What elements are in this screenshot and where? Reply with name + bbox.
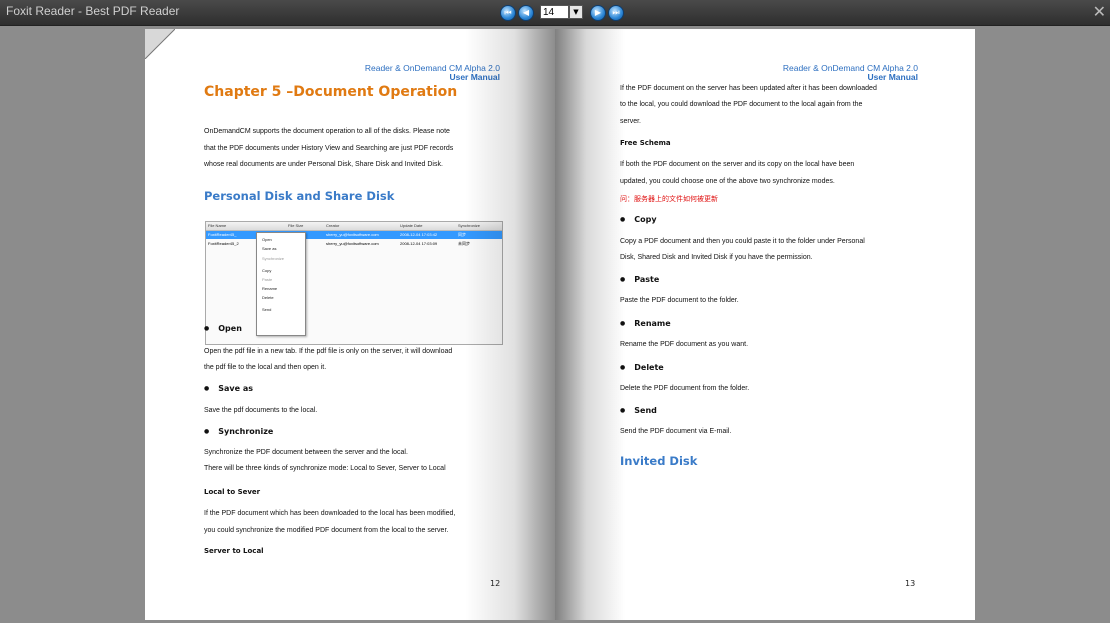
subheading: Free Schema bbox=[620, 139, 671, 147]
menu-item-paste: Paste bbox=[262, 277, 273, 282]
body-text: If both the PDF document on the server a… bbox=[620, 161, 855, 168]
body-text: Open the pdf file in a new tab. If the p… bbox=[204, 348, 453, 355]
body-text: Disk, Shared Disk and Invited Disk if yo… bbox=[620, 254, 813, 261]
context-menu: Open Save as Synchronize Copy Paste Rena… bbox=[256, 232, 306, 336]
menu-item-open: Open bbox=[262, 237, 272, 242]
chapter-title: Chapter 5 –Document Operation bbox=[204, 84, 458, 100]
body-text: If the PDF document which has been downl… bbox=[204, 510, 456, 517]
table-cell: FoxitReader45_2 bbox=[208, 241, 239, 246]
bullet-heading: Paste bbox=[620, 275, 659, 284]
title-bar: Foxit Reader - Best PDF Reader ⏮ ◀ 14 ▼ … bbox=[0, 0, 1110, 26]
page-number: 13 bbox=[905, 579, 916, 588]
table-cell: 2008-12-04 17:03:09 bbox=[400, 241, 438, 246]
table-row: FoxitReader45_ sherry_yu@foxitsoftware.c… bbox=[206, 231, 502, 239]
header-subtitle: User Manual bbox=[449, 72, 500, 82]
section-title: Invited Disk bbox=[620, 454, 698, 468]
body-text: to the local, you could download the PDF… bbox=[620, 101, 863, 108]
window-title: Foxit Reader - Best PDF Reader bbox=[6, 4, 180, 18]
body-text: Copy a PDF document and then you could p… bbox=[620, 238, 865, 245]
screenshot-table-header: File Name File Size Creator Update Date … bbox=[206, 222, 502, 231]
menu-item-delete: Delete bbox=[262, 295, 274, 300]
body-text: Delete the PDF document from the folder. bbox=[620, 385, 750, 392]
column-header: Creator bbox=[326, 223, 340, 228]
body-text: updated, you could choose one of the abo… bbox=[620, 178, 835, 185]
bullet-heading: Synchronize bbox=[204, 427, 273, 436]
intro-line: that the PDF documents under History Vie… bbox=[204, 145, 454, 152]
table-cell: 2008-12-04 17:03:42 bbox=[400, 232, 438, 237]
menu-item-save-as: Save as bbox=[262, 246, 277, 251]
table-cell: FoxitReader45_ bbox=[208, 232, 237, 237]
body-text: If the PDF document on the server has be… bbox=[620, 85, 877, 92]
page-header: Reader & OnDemand CM Alpha 2.0 User Manu… bbox=[783, 64, 918, 82]
bullet-heading: Rename bbox=[620, 319, 670, 328]
menu-item-rename: Rename bbox=[262, 286, 278, 291]
menu-item-send: Send bbox=[262, 307, 272, 312]
previous-page-icon[interactable]: ◀ bbox=[518, 5, 534, 21]
red-note: 问：服务器上的文件如何被更新 bbox=[620, 195, 718, 203]
table-cell: sherry_yu@foxitsoftware.com bbox=[326, 241, 379, 246]
first-page-icon[interactable]: ⏮ bbox=[500, 5, 516, 21]
column-header: File Name bbox=[208, 223, 227, 228]
menu-item-synchronize: Synchronize bbox=[262, 256, 285, 261]
column-header: Update Date bbox=[400, 223, 423, 228]
subheading: Local to Sever bbox=[204, 488, 261, 496]
left-page: Reader & OnDemand CM Alpha 2.0 User Manu… bbox=[145, 29, 555, 620]
intro-line: whose real documents are under Personal … bbox=[204, 161, 443, 168]
table-cell: 未同步 bbox=[458, 241, 470, 246]
bullet-heading: Copy bbox=[620, 215, 656, 224]
intro-line: OnDemandCM supports the document operati… bbox=[204, 128, 450, 135]
page-header: Reader & OnDemand CM Alpha 2.0 User Manu… bbox=[365, 64, 500, 82]
body-text: Save the pdf documents to the local. bbox=[204, 407, 318, 414]
table-row: FoxitReader45_2 sherry_yu@foxitsoftware.… bbox=[206, 240, 502, 248]
page-number: 12 bbox=[490, 579, 501, 588]
page-number-input[interactable]: 14 bbox=[540, 5, 569, 19]
body-text: Synchronize the PDF document between the… bbox=[204, 449, 408, 456]
body-text: Rename the PDF document as you want. bbox=[620, 341, 749, 348]
menu-item-copy: Copy bbox=[262, 268, 272, 273]
body-text: server. bbox=[620, 118, 642, 125]
table-cell: 同步 bbox=[458, 232, 466, 237]
table-cell: sherry_yu@foxitsoftware.com bbox=[326, 232, 379, 237]
bullet-heading: Delete bbox=[620, 363, 663, 372]
column-header: Synchronize bbox=[458, 223, 481, 228]
bullet-heading: Send bbox=[620, 406, 657, 415]
subheading: Server to Local bbox=[204, 547, 264, 555]
page-curl-corner[interactable] bbox=[145, 29, 175, 59]
body-text: you could synchronize the modified PDF d… bbox=[204, 527, 449, 534]
body-text: the pdf file to the local and then open … bbox=[204, 364, 327, 371]
right-page: Reader & OnDemand CM Alpha 2.0 User Manu… bbox=[555, 29, 975, 620]
page-dropdown-chevron-down-icon[interactable]: ▼ bbox=[569, 5, 583, 19]
section-title: Personal Disk and Share Disk bbox=[204, 189, 395, 203]
next-page-icon[interactable]: ▶ bbox=[590, 5, 606, 21]
close-icon[interactable]: ✕ bbox=[1093, 2, 1106, 21]
header-subtitle: User Manual bbox=[867, 72, 918, 82]
bullet-heading: Save as bbox=[204, 384, 253, 393]
column-header: File Size bbox=[288, 223, 304, 228]
last-page-icon[interactable]: ⏭ bbox=[608, 5, 624, 21]
body-text: There will be three kinds of synchronize… bbox=[204, 465, 446, 472]
body-text: Paste the PDF document to the folder. bbox=[620, 297, 739, 304]
body-text: Send the PDF document via E-mail. bbox=[620, 428, 732, 435]
embedded-screenshot: File Name File Size Creator Update Date … bbox=[205, 221, 503, 345]
bullet-heading: Open bbox=[204, 324, 242, 333]
